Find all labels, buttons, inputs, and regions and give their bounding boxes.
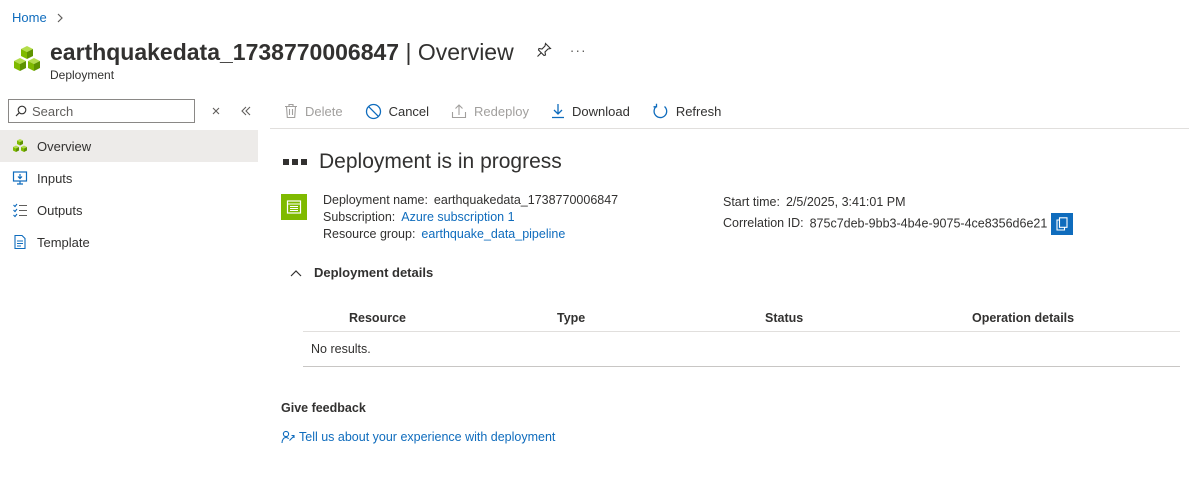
status-header: Deployment is in progress (283, 150, 562, 174)
delete-label: Delete (305, 103, 343, 119)
start-time-label: Start time: (723, 195, 780, 209)
table-header: Resource Type Status Operation details (303, 304, 1180, 332)
search-box (8, 99, 195, 123)
sidebar-item-outputs[interactable]: Outputs (0, 194, 258, 226)
subscription-label: Subscription: (323, 210, 396, 224)
chevron-right-icon (57, 13, 63, 22)
cancel-label: Cancel (388, 103, 430, 119)
outputs-icon (12, 202, 28, 218)
cancel-icon (365, 103, 381, 119)
sidebar-item-template[interactable]: Template (0, 226, 258, 258)
deployment-name-label: Deployment name: (323, 193, 428, 207)
template-icon (12, 234, 28, 250)
deployment-cubes-icon (14, 46, 40, 71)
deployment-calendar-icon (281, 194, 307, 220)
redeploy-label: Redeploy (474, 103, 529, 119)
sidebar-item-label: Overview (37, 138, 92, 154)
deployment-name-value: earthquakedata_1738770006847 (433, 193, 619, 207)
title-overview-suffix: | Overview (399, 39, 514, 65)
refresh-label: Refresh (675, 103, 722, 119)
sidebar-item-label: Inputs (37, 170, 73, 186)
download-label: Download (571, 103, 630, 119)
refresh-icon (653, 103, 668, 118)
sidebar-item-label: Template (37, 234, 90, 250)
feedback-link-text: Tell us about your experience with deplo… (299, 430, 556, 444)
correlation-id-label: Correlation ID: (723, 216, 804, 231)
table-empty-row: No results. (303, 332, 1180, 367)
sidebar-item-overview[interactable]: Overview (0, 130, 258, 162)
page-header: earthquakedata_1738770006847 | Overview … (12, 38, 587, 82)
search-icon (15, 105, 27, 117)
deployment-title-name: earthquakedata_1738770006847 (50, 39, 400, 65)
feedback-heading: Give feedback (281, 401, 366, 415)
overview-icon (12, 138, 28, 154)
page-title: earthquakedata_1738770006847 | Overview (50, 38, 514, 66)
upload-icon (451, 104, 467, 119)
breadcrumb-home-link[interactable]: Home (12, 10, 47, 25)
sidebar-item-label: Outputs (37, 202, 83, 218)
more-icon[interactable]: ··· (570, 42, 587, 58)
delete-button[interactable]: Delete (284, 103, 343, 119)
correlation-id-value: 875c7deb-9bb3-4b4e-9075-4ce8356d6e21 (809, 216, 1048, 231)
deployment-details-heading: Deployment details (314, 265, 434, 280)
redeploy-button[interactable]: Redeploy (451, 103, 529, 119)
start-time-value: 2/5/2025, 3:41:01 PM (785, 195, 906, 209)
feedback-person-icon (281, 430, 295, 444)
trash-icon (285, 103, 297, 119)
status-title: Deployment is in progress (319, 150, 562, 173)
clear-search-icon[interactable] (207, 106, 225, 116)
pin-icon[interactable] (536, 42, 552, 58)
chevron-up-icon (290, 269, 302, 276)
search-input[interactable] (32, 103, 182, 119)
column-header-status[interactable]: Status (765, 311, 803, 325)
page-subtitle: Deployment (50, 68, 115, 82)
resource-group-label: Resource group: (323, 227, 416, 241)
column-header-operation-details[interactable]: Operation details (972, 311, 1074, 325)
column-header-type[interactable]: Type (557, 311, 585, 325)
command-bar: Delete Cancel Redeploy Download Refresh (284, 98, 743, 124)
sidebar: Overview Inputs Outputs Template (0, 96, 258, 258)
sidebar-item-inputs[interactable]: Inputs (0, 162, 258, 194)
deployment-info: Deployment name: earthquakedata_173877000… (323, 192, 618, 243)
breadcrumb: Home (12, 10, 65, 25)
copy-icon[interactable] (1051, 213, 1074, 235)
toolbar-divider (270, 128, 1189, 129)
deployment-details-toggle[interactable]: Deployment details (290, 265, 433, 280)
download-button[interactable]: Download (551, 103, 630, 119)
resource-group-link[interactable]: earthquake_data_pipeline (421, 227, 565, 241)
in-progress-icon (283, 159, 307, 165)
deployment-details-table: Resource Type Status Operation details N… (303, 304, 1180, 367)
sidebar-nav: Overview Inputs Outputs Template (0, 130, 258, 258)
deployment-meta: Start time: 2/5/2025, 3:41:01 PM Correlat… (723, 192, 1074, 235)
download-icon (551, 104, 564, 119)
refresh-button[interactable]: Refresh (652, 103, 722, 120)
no-results-text: No results. (311, 342, 371, 356)
column-header-resource[interactable]: Resource (349, 311, 406, 325)
cancel-button[interactable]: Cancel (365, 103, 429, 120)
feedback-link[interactable]: Tell us about your experience with deplo… (281, 430, 555, 444)
collapse-sidebar-icon[interactable] (237, 106, 255, 116)
subscription-link[interactable]: Azure subscription 1 (401, 210, 514, 224)
inputs-icon (12, 170, 28, 186)
